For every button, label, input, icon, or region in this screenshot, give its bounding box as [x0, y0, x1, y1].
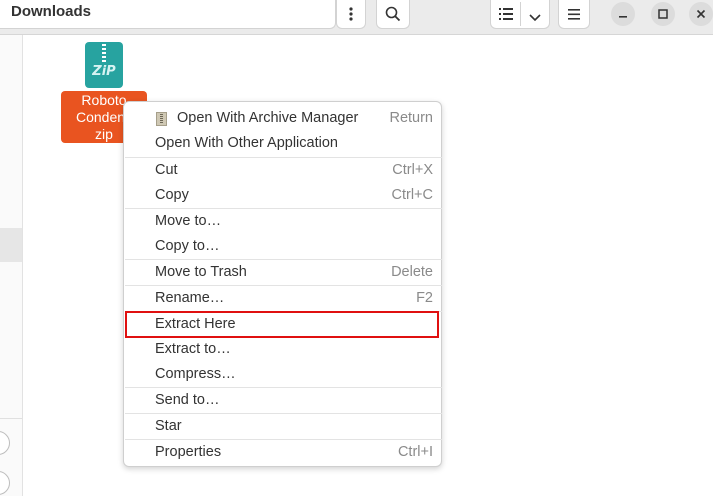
menu-item-compress[interactable]: Compress…	[124, 362, 441, 388]
view-toggle-group	[490, 0, 550, 29]
current-folder-label[interactable]: Downloads	[11, 3, 91, 20]
menu-item-label: Cut	[155, 162, 178, 178]
menu-item-star[interactable]: Star	[124, 414, 441, 440]
menu-item-accel: F2	[416, 290, 433, 306]
menu-item-extract-here[interactable]: Extract Here	[124, 312, 441, 338]
toggle-divider	[520, 2, 521, 26]
menu-item-label: Properties	[155, 444, 222, 460]
menu-item-accel: Return	[389, 110, 433, 126]
search-button[interactable]	[376, 0, 410, 29]
menu-item-accel: Delete	[391, 264, 433, 280]
menu-item-move-to[interactable]: Move to…	[124, 209, 441, 235]
sidebar-item-selected[interactable]	[0, 228, 22, 262]
folder-options-button[interactable]	[336, 0, 366, 29]
sidebar-divider	[0, 418, 22, 419]
menu-item-copy[interactable]: Copy Ctrl+C	[124, 183, 441, 209]
menu-item-label: Open With Archive Manager	[177, 110, 359, 126]
menu-item-label: Move to…	[155, 213, 222, 229]
sidebar-drive-icon[interactable]	[0, 471, 10, 495]
menu-item-label: Move to Trash	[155, 264, 247, 280]
minimize-button[interactable]	[611, 2, 635, 26]
sidebar-drive-icon[interactable]	[0, 431, 10, 455]
close-button[interactable]	[689, 2, 713, 26]
header-bar: / Downloads	[0, 0, 713, 35]
menu-item-cut[interactable]: Cut Ctrl+X	[124, 158, 441, 184]
menu-item-label: Rename…	[155, 290, 225, 306]
context-menu: Open With Archive Manager Return Open Wi…	[123, 101, 442, 467]
minimize-icon	[619, 16, 627, 18]
zip-icon-text: ZiP	[92, 64, 116, 79]
hamburger-menu-icon	[568, 8, 580, 20]
menu-item-move-to-trash[interactable]: Move to Trash Delete	[124, 260, 441, 286]
menu-item-properties[interactable]: Properties Ctrl+I	[124, 440, 441, 466]
menu-item-label: Open With Other Application	[155, 135, 338, 151]
maximize-button[interactable]	[651, 2, 675, 26]
archive-manager-icon	[156, 112, 167, 126]
menu-item-extract-to[interactable]: Extract to…	[124, 337, 441, 363]
list-view-button[interactable]	[499, 7, 513, 25]
menu-item-label: Extract Here	[155, 316, 236, 332]
menu-item-label: Copy to…	[155, 238, 220, 254]
menu-item-label: Star	[155, 418, 182, 434]
menu-item-open-archive-manager[interactable]: Open With Archive Manager Return	[124, 106, 441, 132]
menu-item-label: Extract to…	[155, 341, 231, 357]
menu-item-label: Copy	[155, 187, 189, 203]
menu-item-open-other-app[interactable]: Open With Other Application	[124, 131, 441, 157]
menu-item-accel: Ctrl+I	[397, 444, 433, 460]
path-bar[interactable]: / Downloads	[0, 0, 336, 29]
sidebar	[0, 35, 23, 496]
main-menu-button[interactable]	[558, 0, 590, 29]
zip-archive-icon: ZiP	[85, 42, 123, 88]
menu-item-label: Compress…	[155, 366, 236, 382]
menu-item-rename[interactable]: Rename… F2	[124, 286, 441, 312]
zipper-graphic	[102, 44, 106, 62]
menu-item-accel: Ctrl+C	[391, 187, 434, 203]
chevron-down-icon	[529, 14, 541, 22]
menu-item-label: Send to…	[155, 392, 220, 408]
search-icon	[385, 6, 401, 22]
close-icon	[696, 9, 706, 19]
list-view-icon	[499, 8, 513, 20]
view-options-button[interactable]	[529, 9, 541, 27]
maximize-icon	[658, 9, 668, 19]
menu-item-copy-to[interactable]: Copy to…	[124, 234, 441, 260]
vertical-ellipsis-icon	[349, 7, 353, 21]
menu-item-accel: Ctrl+X	[392, 162, 433, 178]
menu-item-send-to[interactable]: Send to…	[124, 388, 441, 414]
